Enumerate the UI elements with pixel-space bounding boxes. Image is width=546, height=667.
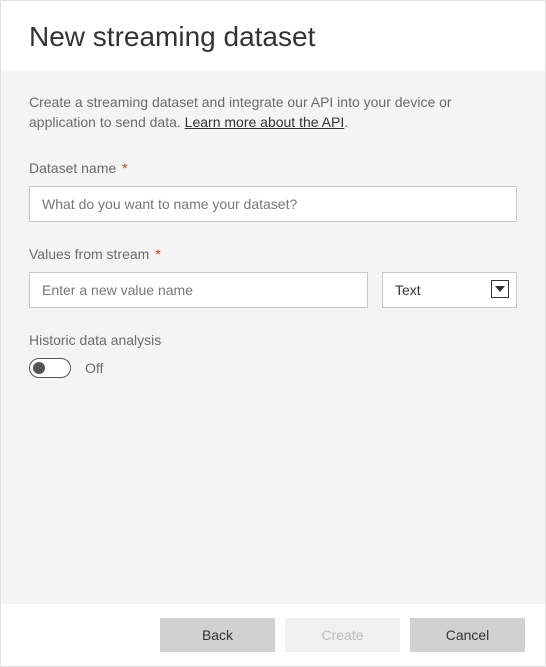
- value-name-input[interactable]: [29, 272, 368, 308]
- values-from-stream-label-text: Values from stream: [29, 246, 149, 262]
- create-button[interactable]: Create: [285, 618, 400, 652]
- required-mark: *: [155, 246, 160, 262]
- dataset-name-input[interactable]: [29, 186, 517, 222]
- toggle-knob: [33, 362, 45, 374]
- dataset-name-label-text: Dataset name: [29, 160, 116, 176]
- dialog-footer: Back Create Cancel: [1, 604, 545, 666]
- required-mark: *: [122, 160, 127, 176]
- cancel-button[interactable]: Cancel: [410, 618, 525, 652]
- intro-text-after: .: [344, 114, 348, 130]
- historic-toggle-state: Off: [85, 360, 103, 376]
- learn-more-link[interactable]: Learn more about the API: [185, 114, 345, 130]
- value-type-select[interactable]: Text: [382, 272, 517, 308]
- page-title: New streaming dataset: [29, 21, 517, 53]
- historic-toggle-row: Off: [29, 358, 517, 378]
- back-button[interactable]: Back: [160, 618, 275, 652]
- dialog-header: New streaming dataset: [1, 1, 545, 71]
- dataset-name-field: Dataset name *: [29, 160, 517, 222]
- values-from-stream-label: Values from stream *: [29, 246, 517, 262]
- intro-text: Create a streaming dataset and integrate…: [29, 93, 517, 132]
- value-type-select-wrap: Text: [382, 272, 517, 308]
- new-streaming-dataset-dialog: New streaming dataset Create a streaming…: [0, 0, 546, 667]
- values-row: Text: [29, 272, 517, 308]
- dialog-body: Create a streaming dataset and integrate…: [1, 71, 545, 604]
- dataset-name-label: Dataset name *: [29, 160, 517, 176]
- historic-toggle[interactable]: [29, 358, 71, 378]
- historic-data-field: Historic data analysis Off: [29, 332, 517, 378]
- historic-data-label: Historic data analysis: [29, 332, 517, 348]
- values-from-stream-field: Values from stream * Text: [29, 246, 517, 308]
